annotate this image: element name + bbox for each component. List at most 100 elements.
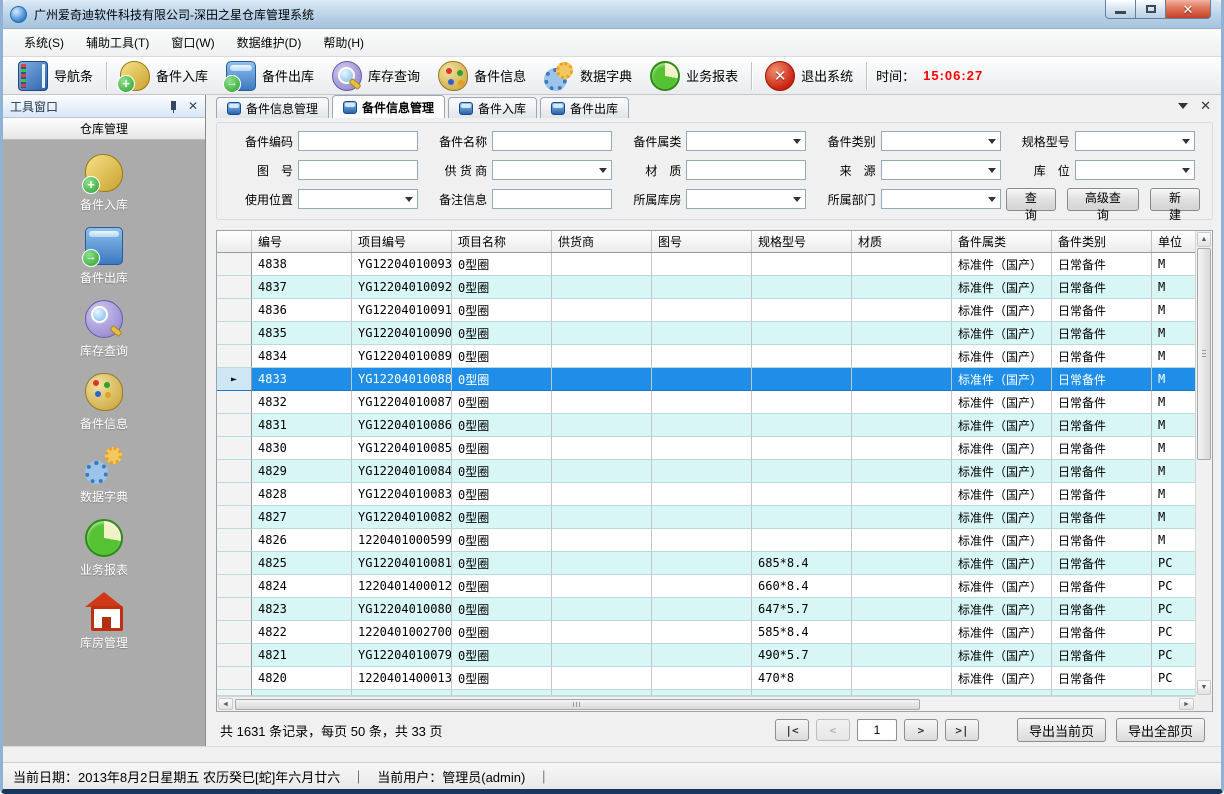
tab-list-dropdown-icon[interactable] [1178,103,1188,109]
column-header[interactable]: 备件属类 [952,231,1052,252]
department-select[interactable] [881,189,1001,209]
column-header[interactable]: 编号 [252,231,352,252]
next-page-button[interactable]: > [904,719,938,741]
minimize-button[interactable] [1105,0,1136,19]
column-header[interactable]: 项目编号 [352,231,452,252]
parts-info-button[interactable]: 备件信息 [429,59,535,93]
table-row[interactable]: 482612204010005990型圈标准件（国产）日常备件M [217,529,1195,552]
table-row[interactable]: 482012204014000130型圈470*8标准件（国产）日常备件PC [217,667,1195,690]
menu-item[interactable]: 辅助工具(T) [75,30,160,55]
sidebar-item-parts-inbound[interactable]: 备件入库 [80,154,128,213]
nav-bar-button[interactable]: 导航条 [9,59,102,93]
table-row[interactable]: 4825YG122040100810型圈685*8.4标准件（国产）日常备件PC [217,552,1195,575]
row-selector[interactable] [217,253,252,276]
material-field[interactable] [686,160,806,180]
table-row[interactable]: 4836YG122040100910型圈标准件（国产）日常备件M [217,299,1195,322]
first-page-button[interactable]: |< [775,719,809,741]
row-selector[interactable] [217,414,252,437]
export-all-pages-button[interactable]: 导出全部页 [1116,718,1205,742]
row-selector[interactable] [217,552,252,575]
advanced-query-button[interactable]: 高级查询 [1067,188,1139,211]
sidebar-item-data-dictionary[interactable]: 数据字典 [80,446,128,505]
query-button[interactable]: 查询 [1006,188,1056,211]
pin-icon[interactable] [169,100,178,113]
table-row[interactable]: 4831YG122040100860型圈标准件（国产）日常备件M [217,414,1195,437]
row-selector[interactable] [217,644,252,667]
row-selector[interactable] [217,483,252,506]
vertical-scrollbar[interactable]: ▲ ▼ [1195,231,1212,696]
close-button[interactable]: ✕ [1165,0,1211,19]
column-header[interactable]: 规格型号 [752,231,852,252]
menu-item[interactable]: 窗口(W) [160,30,225,55]
menu-item[interactable]: 数据维护(D) [226,30,313,55]
table-row[interactable]: 4828YG122040100830型圈标准件（国产）日常备件M [217,483,1195,506]
supplier-select[interactable] [492,160,612,180]
close-icon[interactable]: ✕ [188,100,198,112]
sidebar-item-parts-info[interactable]: 备件信息 [80,373,128,432]
table-row[interactable]: 4837YG122040100920型圈标准件（国产）日常备件M [217,276,1195,299]
stock-query-button[interactable]: 库存查询 [323,59,429,93]
close-tab-icon[interactable]: ✕ [1200,99,1211,112]
row-selector[interactable] [217,667,252,690]
drawing-no-field[interactable] [298,160,418,180]
row-selector[interactable] [217,276,252,299]
table-row[interactable]: 4832YG122040100870型圈标准件（国产）日常备件M [217,391,1195,414]
row-selector[interactable] [217,391,252,414]
tab-parts-info-management-1[interactable]: 备件信息管理 [216,97,329,118]
scroll-right-icon[interactable]: ► [1179,698,1194,710]
column-header[interactable]: 单位 [1152,231,1195,252]
column-header[interactable]: 图号 [652,231,752,252]
warehouse-select[interactable] [686,189,806,209]
exit-system-button[interactable]: 退出系统 [756,59,862,93]
part-code-field[interactable] [298,131,418,151]
vertical-scroll-thumb[interactable] [1197,248,1211,460]
row-selector[interactable] [217,322,252,345]
table-row[interactable]: 4834YG122040100890型圈标准件（国产）日常备件M [217,345,1195,368]
prev-page-button[interactable]: < [816,719,850,741]
row-selector[interactable] [217,345,252,368]
row-selector[interactable] [217,598,252,621]
table-row[interactable]: 4823YG122040100800型圈647*5.7标准件（国产）日常备件PC [217,598,1195,621]
location-select[interactable] [1075,160,1195,180]
row-selector[interactable] [217,437,252,460]
export-current-page-button[interactable]: 导出当前页 [1017,718,1106,742]
table-row[interactable]: 4835YG122040100900型圈标准件（国产）日常备件M [217,322,1195,345]
table-row[interactable]: 4830YG122040100850型圈标准件（国产）日常备件M [217,437,1195,460]
column-header[interactable]: 供货商 [552,231,652,252]
source-select[interactable] [881,160,1001,180]
table-row[interactable]: 482212204010027000型圈585*8.4标准件（国产）日常备件PC [217,621,1195,644]
sidebar-item-parts-outbound[interactable]: 备件出库 [80,227,128,286]
page-input[interactable] [857,719,897,741]
part-type-select[interactable] [881,131,1001,151]
row-selector[interactable] [217,299,252,322]
column-header[interactable]: 材质 [852,231,952,252]
menu-item[interactable]: 系统(S) [13,30,75,55]
parts-outbound-button[interactable]: 备件出库 [217,59,323,93]
spec-model-select[interactable] [1075,131,1195,151]
maximize-button[interactable] [1136,0,1165,19]
column-header[interactable]: 备件类别 [1052,231,1152,252]
sidebar-item-stock-query[interactable]: 库存查询 [80,300,128,359]
table-row[interactable]: 4829YG122040100840型圈标准件（国产）日常备件M [217,460,1195,483]
tab-parts-info-management-2[interactable]: 备件信息管理 [332,95,445,118]
remark-field[interactable] [492,189,612,209]
menu-item[interactable]: 帮助(H) [312,30,375,55]
part-name-field[interactable] [492,131,612,151]
sidebar-item-business-report[interactable]: 业务报表 [80,519,128,578]
data-dictionary-button[interactable]: 数据字典 [535,59,641,93]
horizontal-scroll-thumb[interactable] [235,699,920,710]
row-selector[interactable] [217,460,252,483]
scroll-left-icon[interactable]: ◄ [218,698,233,710]
vertical-scroll-track[interactable] [1196,460,1212,679]
tab-parts-inbound[interactable]: 备件入库 [448,97,537,118]
table-row[interactable]: 4827YG122040100820型圈标准件（国产）日常备件M [217,506,1195,529]
table-row[interactable]: 482412204014000120型圈660*8.4标准件（国产）日常备件PC [217,575,1195,598]
new-button[interactable]: 新建 [1150,188,1200,211]
scroll-up-icon[interactable]: ▲ [1197,232,1211,247]
horizontal-scrollbar[interactable]: ◄ ► [217,696,1195,711]
column-header[interactable]: 项目名称 [452,231,552,252]
sidebar-item-warehouse-management[interactable]: 库房管理 [80,592,128,651]
last-page-button[interactable]: >| [945,719,979,741]
tab-parts-outbound[interactable]: 备件出库 [540,97,629,118]
business-report-button[interactable]: 业务报表 [641,59,747,93]
